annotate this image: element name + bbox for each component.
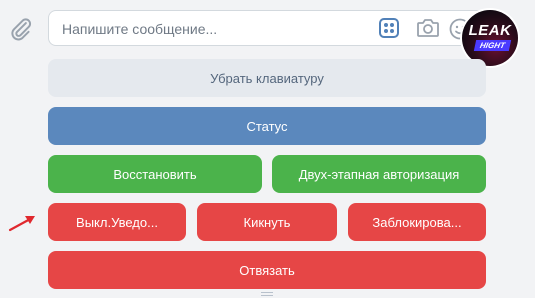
- restore-button[interactable]: Восстановить: [48, 155, 262, 193]
- drag-handle[interactable]: [261, 292, 273, 298]
- red-arrow-pointer-icon: [8, 216, 35, 232]
- logo-subtitle: HIGHT: [473, 40, 512, 51]
- kick-button[interactable]: Кикнуть: [197, 203, 337, 241]
- message-input-placeholder: Напишите сообщение...: [62, 21, 218, 37]
- two-factor-auth-button[interactable]: Двух-этапная авторизация: [272, 155, 486, 193]
- paperclip-icon[interactable]: [8, 16, 34, 42]
- camera-icon[interactable]: [416, 17, 440, 39]
- leak-hight-logo: LEAK HIGHT: [462, 10, 518, 66]
- hide-keyboard-button[interactable]: Убрать клавиатуру: [48, 59, 486, 97]
- block-button[interactable]: Заблокирова...: [348, 203, 486, 241]
- unlink-button[interactable]: Отвязать: [48, 251, 486, 289]
- keyboard-icon[interactable]: [379, 18, 399, 38]
- notifications-off-button[interactable]: Выкл.Уведо...: [48, 203, 186, 241]
- message-input[interactable]: Напишите сообщение...: [48, 10, 498, 46]
- logo-title: LEAK: [468, 22, 512, 39]
- status-button[interactable]: Статус: [48, 107, 486, 145]
